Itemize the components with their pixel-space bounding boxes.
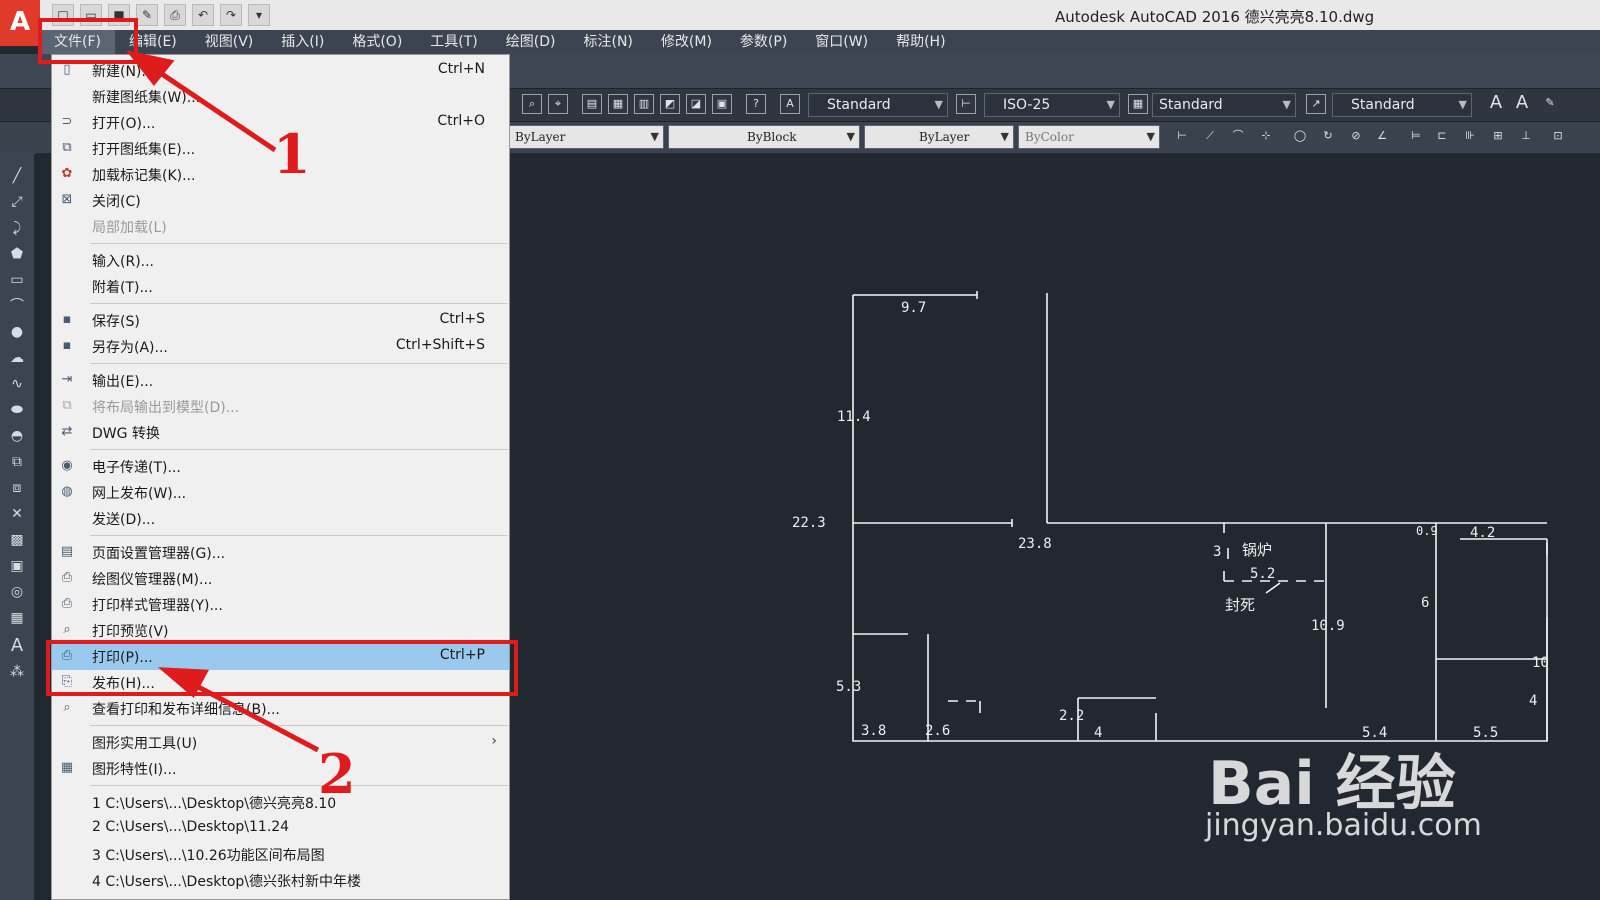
annotation-step-2: 2: [318, 742, 356, 806]
watermark-url: jingyan.baidu.com: [1205, 808, 1482, 843]
annotation-step-1: 1: [273, 122, 311, 186]
